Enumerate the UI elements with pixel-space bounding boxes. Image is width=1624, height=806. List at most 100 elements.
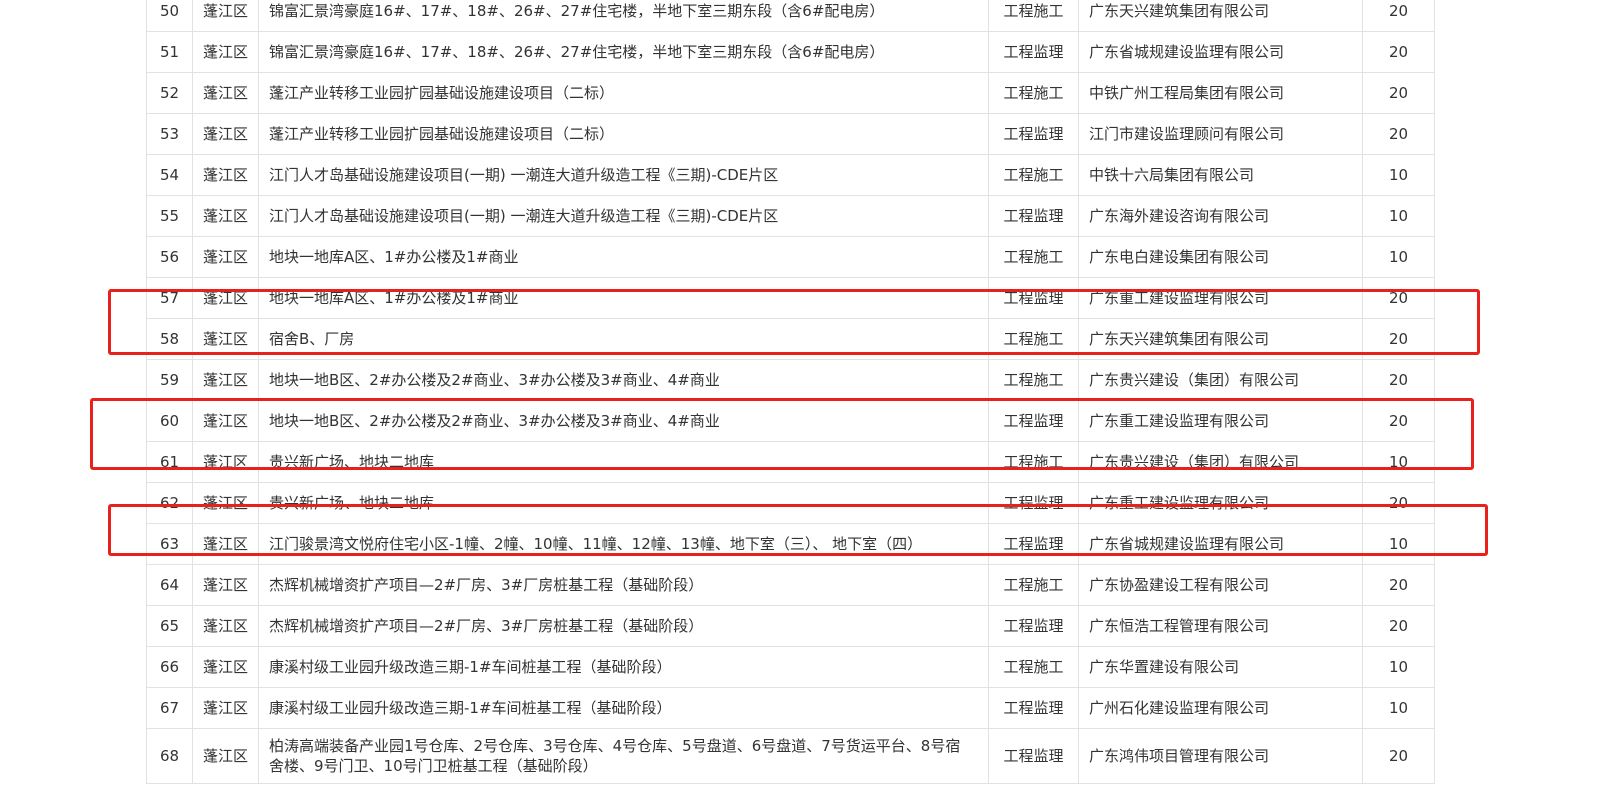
district-cell: 蓬江区 xyxy=(192,72,259,114)
district-cell: 蓬江区 xyxy=(192,482,259,524)
company-cell: 广东贵兴建设（集团）有限公司 xyxy=(1078,359,1363,401)
row-number: 52 xyxy=(146,72,193,114)
work-type-cell: 工程施工 xyxy=(988,441,1079,483)
district-cell: 蓬江区 xyxy=(192,236,259,278)
work-type-cell: 工程监理 xyxy=(988,113,1079,155)
table-row: 63 蓬江区 江门骏景湾文悦府住宅小区-1幢、2幢、10幢、11幢、12幢、13幢、… xyxy=(146,523,1435,565)
table-row: 58 蓬江区 宿舍B、厂房 工程施工 广东天兴建筑集团有限公司 20 xyxy=(146,318,1435,360)
table-row: 67 蓬江区 康溪村级工业园升级改造三期-1#车间桩基工程（基础阶段） 工程监理 广州石… xyxy=(146,687,1435,729)
district-cell: 蓬江区 xyxy=(192,400,259,442)
work-type-cell: 工程施工 xyxy=(988,318,1079,360)
district-cell: 蓬江区 xyxy=(192,564,259,606)
project-name-cell: 江门人才岛基础设施建设项目(一期) 一潮连大道升级造工程《三期)-CDE片区 xyxy=(258,154,989,196)
project-name-cell: 蓬江产业转移工业园扩园基础设施建设项目（二标） xyxy=(258,113,989,155)
district-cell: 蓬江区 xyxy=(192,728,259,784)
table-row: 54 蓬江区 江门人才岛基础设施建设项目(一期) 一潮连大道升级造工程《三期)-CD… xyxy=(146,154,1435,196)
table-row: 64 蓬江区 杰辉机械增资扩产项目—2#厂房、3#厂房桩基工程（基础阶段） 工程施工广… xyxy=(146,564,1435,606)
points-cell: 20 xyxy=(1362,0,1435,32)
work-type-cell: 工程施工 xyxy=(988,0,1079,32)
project-name-cell: 柏涛高端装备产业园1号仓库、2号仓库、3号仓库、4号仓库、5号盘道、6号盘道、7… xyxy=(258,728,989,784)
project-name-cell: 蓬江产业转移工业园扩园基础设施建设项目（二标） xyxy=(258,72,989,114)
project-name-cell: 锦富汇景湾豪庭16#、17#、18#、26#、27#住宅楼，半地下室三期东段（含… xyxy=(258,31,989,73)
company-cell: 广东重工建设监理有限公司 xyxy=(1078,482,1363,524)
row-number: 67 xyxy=(146,687,193,729)
company-cell: 广东华置建设有限公司 xyxy=(1078,646,1363,688)
row-number: 51 xyxy=(146,31,193,73)
points-cell: 10 xyxy=(1362,236,1435,278)
row-number: 63 xyxy=(146,523,193,565)
work-type-cell: 工程施工 xyxy=(988,236,1079,278)
row-number: 68 xyxy=(146,728,193,784)
points-cell: 20 xyxy=(1362,564,1435,606)
company-cell: 广东重工建设监理有限公司 xyxy=(1078,400,1363,442)
work-type-cell: 工程监理 xyxy=(988,687,1079,729)
points-cell: 20 xyxy=(1362,728,1435,784)
work-type-cell: 工程监理 xyxy=(988,523,1079,565)
row-number: 64 xyxy=(146,564,193,606)
work-type-cell: 工程施工 xyxy=(988,646,1079,688)
district-cell: 蓬江区 xyxy=(192,0,259,32)
district-cell: 蓬江区 xyxy=(192,605,259,647)
table-row: 51 蓬江区 锦富汇景湾豪庭16#、17#、18#、26#、27#住宅楼，半地下室三… xyxy=(146,31,1435,73)
points-cell: 20 xyxy=(1362,277,1435,319)
project-name-cell: 康溪村级工业园升级改造三期-1#车间桩基工程（基础阶段） xyxy=(258,646,989,688)
points-cell: 10 xyxy=(1362,687,1435,729)
row-number: 60 xyxy=(146,400,193,442)
points-cell: 10 xyxy=(1362,523,1435,565)
row-number: 56 xyxy=(146,236,193,278)
table-row: 62 蓬江区 贵兴新广场、地块二地库 工程监理 广东重工建设监理有限公司 20 xyxy=(146,482,1435,524)
project-name-cell: 江门人才岛基础设施建设项目(一期) 一潮连大道升级造工程《三期)-CDE片区 xyxy=(258,195,989,237)
project-name-cell: 江门骏景湾文悦府住宅小区-1幢、2幢、10幢、11幢、12幢、13幢、地下室（三… xyxy=(258,523,989,565)
project-name-cell: 地块一地B区、2#办公楼及2#商业、3#办公楼及3#商业、4#商业 xyxy=(258,400,989,442)
work-type-cell: 工程施工 xyxy=(988,72,1079,114)
district-cell: 蓬江区 xyxy=(192,154,259,196)
work-type-cell: 工程施工 xyxy=(988,564,1079,606)
company-cell: 广东恒浩工程管理有限公司 xyxy=(1078,605,1363,647)
points-cell: 20 xyxy=(1362,400,1435,442)
project-name-cell: 锦富汇景湾豪庭16#、17#、18#、26#、27#住宅楼，半地下室三期东段（含… xyxy=(258,0,989,32)
district-cell: 蓬江区 xyxy=(192,687,259,729)
company-cell: 广东天兴建筑集团有限公司 xyxy=(1078,0,1363,32)
table-row: 65 蓬江区 杰辉机械增资扩产项目—2#厂房、3#厂房桩基工程（基础阶段） 工程监理广… xyxy=(146,605,1435,647)
row-number: 54 xyxy=(146,154,193,196)
work-type-cell: 工程监理 xyxy=(988,400,1079,442)
points-cell: 20 xyxy=(1362,72,1435,114)
table-row: 68 蓬江区 柏涛高端装备产业园1号仓库、2号仓库、3号仓库、4号仓库、5号盘道、6… xyxy=(146,728,1435,784)
points-cell: 20 xyxy=(1362,113,1435,155)
company-cell: 广东贵兴建设（集团）有限公司 xyxy=(1078,441,1363,483)
row-number: 55 xyxy=(146,195,193,237)
district-cell: 蓬江区 xyxy=(192,441,259,483)
project-name-cell: 地块一地库A区、1#办公楼及1#商业 xyxy=(258,277,989,319)
points-cell: 10 xyxy=(1362,154,1435,196)
district-cell: 蓬江区 xyxy=(192,277,259,319)
points-cell: 20 xyxy=(1362,482,1435,524)
table-body: 50 蓬江区 锦富汇景湾豪庭16#、17#、18#、26#、27#住宅楼，半地下室三… xyxy=(146,0,1435,784)
table-row: 52 蓬江区 蓬江产业转移工业园扩园基础设施建设项目（二标） 工程施工 中铁广州工程局集… xyxy=(146,72,1435,114)
company-cell: 广东天兴建筑集团有限公司 xyxy=(1078,318,1363,360)
work-type-cell: 工程监理 xyxy=(988,277,1079,319)
company-cell: 广东鸿伟项目管理有限公司 xyxy=(1078,728,1363,784)
table-row: 59 蓬江区 地块一地B区、2#办公楼及2#商业、3#办公楼及3#商业、4#商业 工程… xyxy=(146,359,1435,401)
work-type-cell: 工程施工 xyxy=(988,154,1079,196)
table-row: 60 蓬江区 地块一地B区、2#办公楼及2#商业、3#办公楼及3#商业、4#商业 工程… xyxy=(146,400,1435,442)
work-type-cell: 工程监理 xyxy=(988,728,1079,784)
table-row: 57 蓬江区 地块一地库A区、1#办公楼及1#商业 工程监理 广东重工建设监理有限公司 2… xyxy=(146,277,1435,319)
work-type-cell: 工程监理 xyxy=(988,195,1079,237)
project-name-cell: 贵兴新广场、地块二地库 xyxy=(258,441,989,483)
table-row: 56 蓬江区 地块一地库A区、1#办公楼及1#商业 工程施工 广东电白建设集团有限公司 1… xyxy=(146,236,1435,278)
company-cell: 广东海外建设咨询有限公司 xyxy=(1078,195,1363,237)
table-row: 61 蓬江区 贵兴新广场、地块二地库 工程施工 广东贵兴建设（集团）有限公司 10 xyxy=(146,441,1435,483)
work-type-cell: 工程监理 xyxy=(988,31,1079,73)
project-name-cell: 杰辉机械增资扩产项目—2#厂房、3#厂房桩基工程（基础阶段） xyxy=(258,564,989,606)
table-row: 55 蓬江区 江门人才岛基础设施建设项目(一期) 一潮连大道升级造工程《三期)-CD… xyxy=(146,195,1435,237)
district-cell: 蓬江区 xyxy=(192,523,259,565)
row-number: 53 xyxy=(146,113,193,155)
row-number: 57 xyxy=(146,277,193,319)
project-award-table: 50 蓬江区 锦富汇景湾豪庭16#、17#、18#、26#、27#住宅楼，半地下室三… xyxy=(146,0,1435,784)
points-cell: 20 xyxy=(1362,359,1435,401)
project-name-cell: 杰辉机械增资扩产项目—2#厂房、3#厂房桩基工程（基础阶段） xyxy=(258,605,989,647)
table-row: 53 蓬江区 蓬江产业转移工业园扩园基础设施建设项目（二标） 工程监理 江门市建设监理顾… xyxy=(146,113,1435,155)
row-number: 66 xyxy=(146,646,193,688)
project-name-cell: 地块一地B区、2#办公楼及2#商业、3#办公楼及3#商业、4#商业 xyxy=(258,359,989,401)
project-name-cell: 康溪村级工业园升级改造三期-1#车间桩基工程（基础阶段） xyxy=(258,687,989,729)
